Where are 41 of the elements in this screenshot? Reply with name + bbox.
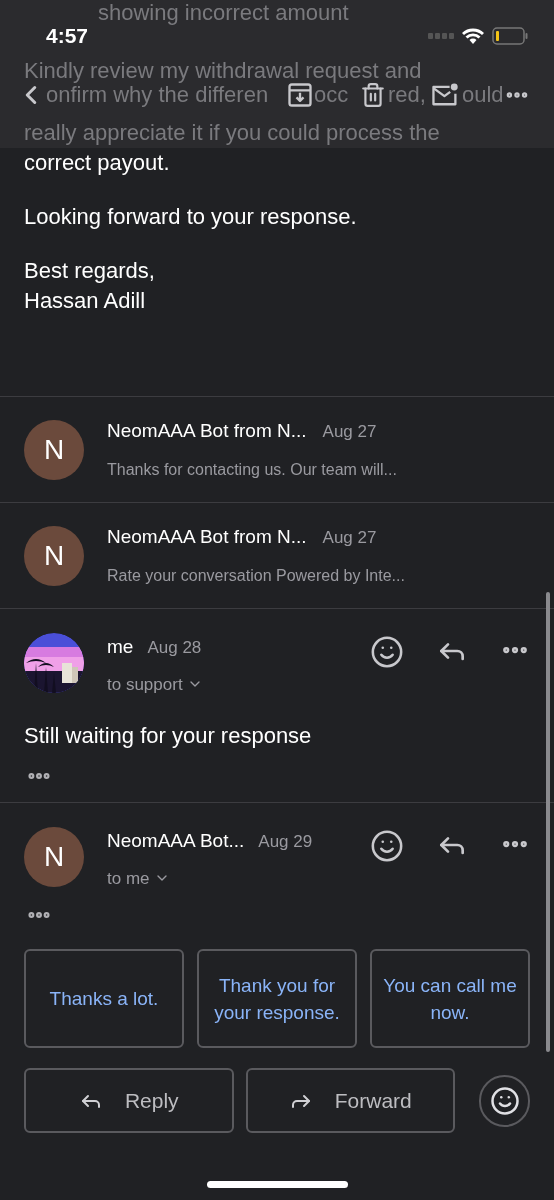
sender-name: NeomAAA Bot... (107, 829, 245, 853)
emoji-icon[interactable] (370, 635, 404, 669)
sender-name: NeomAAA Bot from N... (107, 419, 307, 444)
email-text: Looking forward to your response. (24, 203, 358, 231)
message-snippet: Thanks for contacting us. Our team will... (107, 459, 397, 480)
message-date: Aug 27 (322, 421, 377, 444)
message-body: Still waiting for your response (23, 722, 313, 750)
forward-button[interactable]: Forward (245, 1068, 456, 1133)
smart-reply-chip[interactable]: You can call me now. (370, 949, 530, 1048)
trash-icon[interactable] (360, 81, 386, 108)
avatar: N (24, 525, 84, 586)
smart-reply-chip[interactable]: Thank you for your response. (197, 949, 357, 1048)
email-text: really appreciate it if you could process the (24, 120, 440, 146)
email-text: occ (314, 81, 349, 108)
recipient-toggle[interactable]: to me (107, 865, 170, 891)
emoji-icon (489, 1085, 520, 1116)
battery-icon (492, 26, 528, 45)
message-snippet: Rate your conversation Powered by Inte... (107, 565, 405, 586)
sender-name: me (107, 635, 134, 659)
message-date: Aug 29 (258, 830, 313, 853)
avatar: N (24, 419, 84, 480)
collapsed-message[interactable]: N NeomAAA Bot from N... Aug 27 Thanks for contacting us. Our team will... (0, 396, 554, 502)
email-text: ould (461, 81, 504, 108)
emoji-button[interactable] (479, 1074, 530, 1127)
emoji-icon[interactable] (370, 829, 404, 863)
email-text: red, (387, 81, 427, 108)
collapsed-message[interactable]: N NeomAAA Bot from N... Aug 27 Rate your conversation Powered by Inte... (0, 502, 554, 608)
avatar: N (24, 827, 84, 887)
status-time: 4:57 (46, 23, 89, 49)
email-text: Kindly review my withdrawal request and (24, 58, 422, 84)
smart-reply-chip[interactable]: Thanks a lot. (24, 949, 184, 1048)
signal-icon (428, 32, 454, 39)
wifi-icon (462, 27, 484, 44)
email-text: correct payout. (24, 149, 171, 177)
message-date: Aug 27 (322, 527, 377, 550)
email-text: Best regards, Hassan Adill (24, 257, 156, 315)
recipient-toggle[interactable]: to support (107, 671, 203, 697)
reply-button[interactable]: Reply (24, 1068, 234, 1133)
sender-name: NeomAAA Bot from N... (107, 525, 307, 550)
message-date: Aug 28 (147, 636, 202, 659)
email-text: showing incorrect amount (98, 0, 349, 26)
